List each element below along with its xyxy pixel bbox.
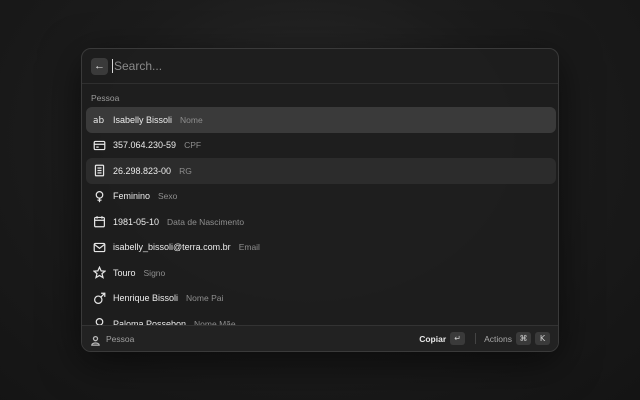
item-subtitle: Email bbox=[238, 242, 260, 253]
svg-text:ab: ab bbox=[93, 116, 104, 126]
text-cursor bbox=[112, 59, 113, 73]
footer-context-label: Pessoa bbox=[106, 333, 135, 344]
arrow-left-icon[interactable]: ← bbox=[91, 57, 108, 75]
search-bar: ← bbox=[82, 49, 558, 84]
item-subtitle: Nome Pai bbox=[186, 293, 224, 304]
enter-key-icon: ↵ bbox=[450, 332, 466, 345]
command-key-icon: ⌘ bbox=[516, 332, 531, 345]
mail-icon bbox=[92, 240, 106, 254]
item-title: Isabelly Bissoli bbox=[113, 114, 173, 125]
item-title: 1981-05-10 bbox=[113, 216, 160, 227]
male-icon bbox=[92, 291, 106, 305]
person-icon bbox=[90, 333, 101, 346]
list-item[interactable]: 26.298.823-00 RG bbox=[86, 158, 556, 184]
item-title: Henrique Bissoli bbox=[113, 293, 179, 304]
k-key: K bbox=[535, 332, 550, 345]
item-subtitle: Sexo bbox=[158, 191, 178, 202]
list-item[interactable]: 1981-05-10 Data de Nascimento bbox=[86, 209, 556, 235]
item-title: Touro bbox=[113, 267, 136, 278]
document-icon bbox=[92, 164, 106, 178]
list-item[interactable]: Touro Signo bbox=[86, 260, 556, 286]
calendar-icon bbox=[92, 215, 106, 229]
item-title: Feminino bbox=[113, 191, 151, 202]
item-subtitle: Signo bbox=[143, 267, 166, 278]
item-subtitle: RG bbox=[179, 165, 192, 176]
list-item[interactable]: Henrique Bissoli Nome Pai bbox=[86, 286, 556, 312]
actions-button[interactable]: Actions bbox=[484, 334, 512, 344]
item-title: 357.064.230-59 bbox=[113, 140, 177, 151]
item-title: isabelly_bissoli@terra.com.br bbox=[113, 242, 231, 253]
item-subtitle: Data de Nascimento bbox=[167, 216, 245, 227]
card-icon bbox=[92, 138, 106, 152]
footer-bar: Pessoa Copiar ↵ Actions ⌘ K bbox=[82, 325, 558, 351]
item-subtitle: Nome bbox=[180, 114, 203, 125]
item-subtitle: CPF bbox=[184, 140, 202, 151]
section-title: Pessoa bbox=[91, 93, 120, 103]
star-icon bbox=[92, 266, 106, 280]
list-item[interactable]: 357.064.230-59 CPF bbox=[86, 133, 556, 159]
list-item[interactable]: ab Isabelly Bissoli Nome bbox=[86, 107, 556, 133]
list-item[interactable]: Feminino Sexo bbox=[86, 184, 556, 210]
item-title: 26.298.823-00 bbox=[113, 165, 172, 176]
command-palette-window: ← Pessoa ab Isabelly Bissoli Nome 357.06… bbox=[81, 48, 559, 352]
copy-action-button[interactable]: Copiar bbox=[419, 334, 446, 344]
text-ab-icon: ab bbox=[92, 113, 106, 127]
list-item[interactable]: isabelly_bissoli@terra.com.br Email bbox=[86, 235, 556, 261]
divider bbox=[475, 333, 477, 344]
female-icon bbox=[92, 189, 106, 203]
search-input[interactable] bbox=[114, 59, 514, 73]
result-list: ab Isabelly Bissoli Nome 357.064.230-59 … bbox=[86, 107, 556, 337]
